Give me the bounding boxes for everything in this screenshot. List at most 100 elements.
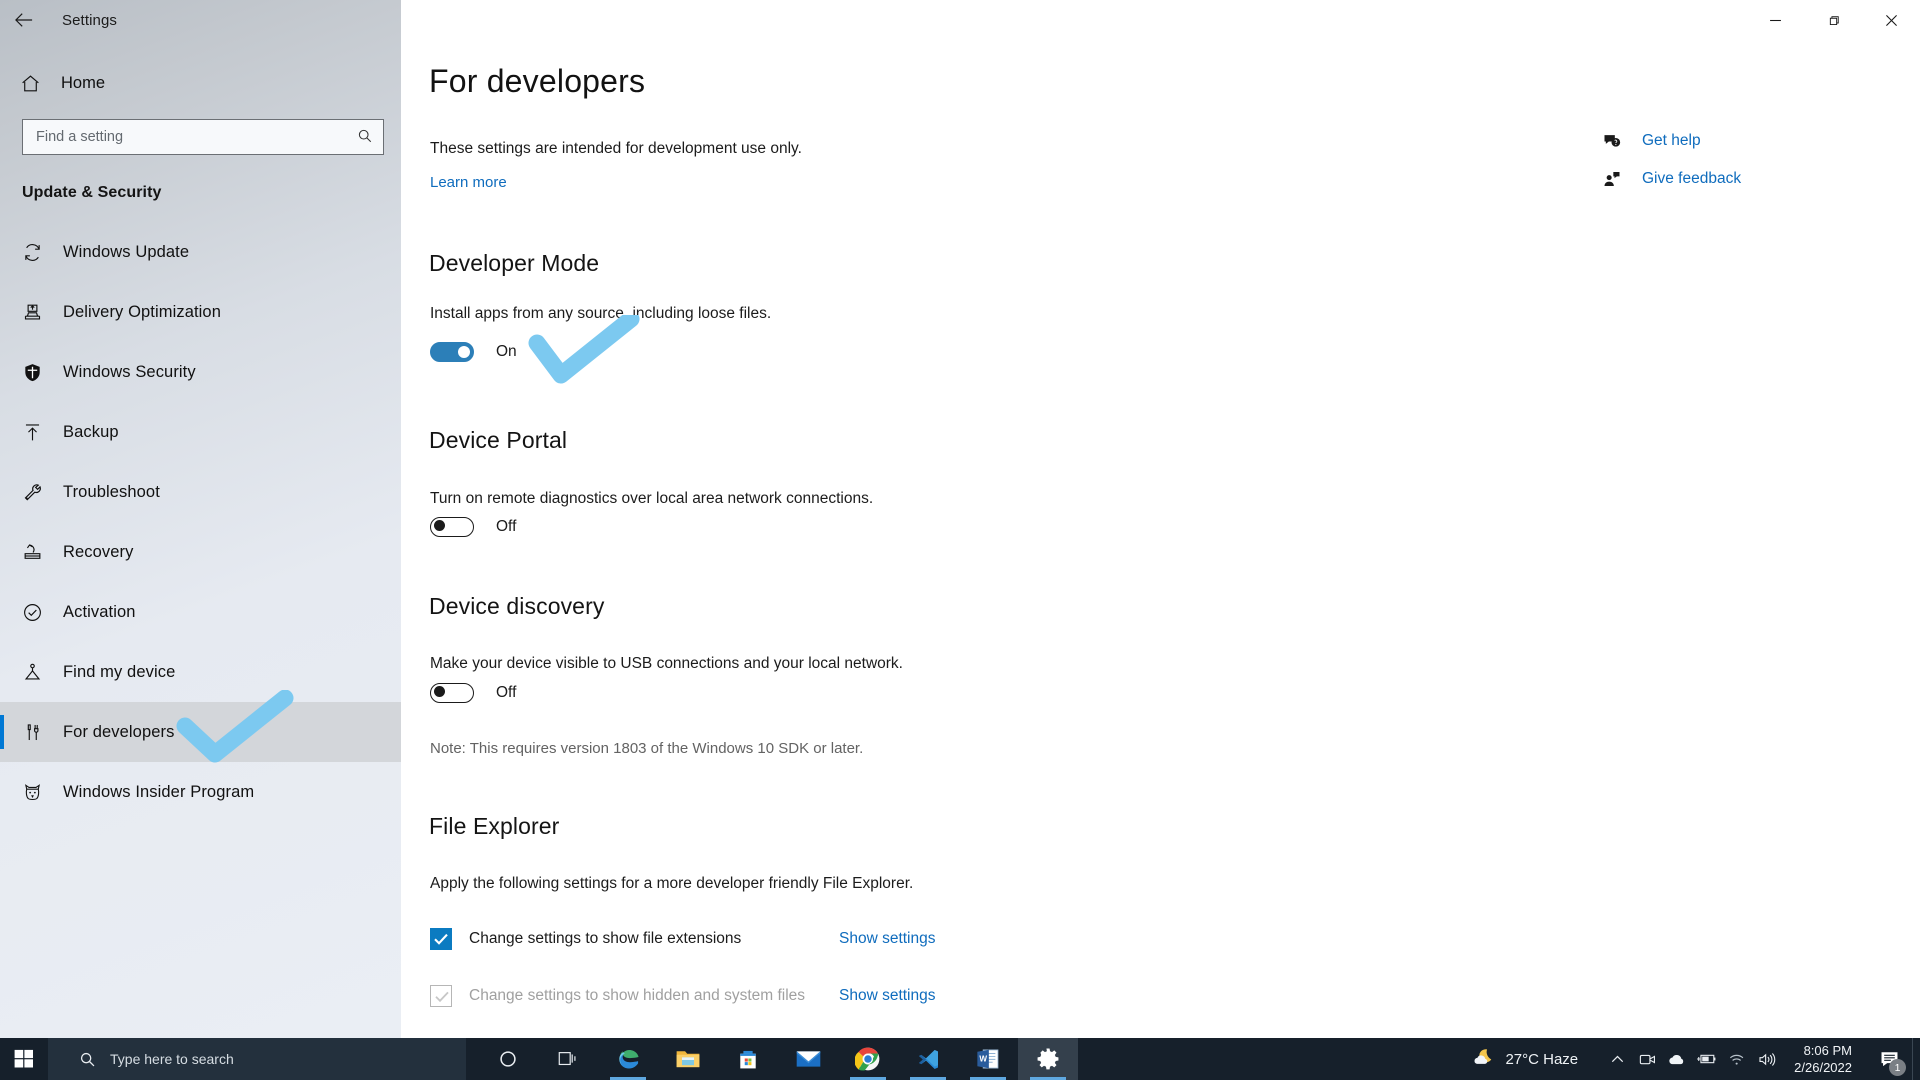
developer-mode-toggle-label: On	[496, 343, 517, 360]
sidebar-item-label: Activation	[63, 602, 136, 621]
show-settings-link-hidden-files[interactable]: Show settings	[839, 987, 936, 1005]
sidebar-item-windows-insider-program[interactable]: Windows Insider Program	[0, 762, 401, 822]
developer-mode-toggle-row[interactable]: On	[430, 342, 517, 362]
maximize-button[interactable]	[1804, 0, 1862, 40]
taskbar-app-file-explorer[interactable]	[658, 1038, 718, 1080]
search-icon	[357, 128, 373, 149]
file-explorer-description: Apply the following settings for a more …	[430, 875, 914, 892]
vscode-icon	[918, 1049, 938, 1069]
cortana-circle-icon[interactable]	[478, 1038, 538, 1080]
device-portal-description: Turn on remote diagnostics over local ar…	[430, 490, 874, 507]
mail-icon	[796, 1051, 820, 1067]
taskbar-app-microsoft-store[interactable]	[718, 1038, 778, 1080]
sidebar-item-recovery[interactable]: Recovery	[0, 522, 401, 582]
clock[interactable]: 8:06 PM 2/26/2022	[1794, 1042, 1852, 1076]
search-input[interactable]	[23, 121, 343, 153]
sidebar-item-activation[interactable]: Activation	[0, 582, 401, 642]
delivery-icon	[22, 302, 56, 323]
sidebar-item-windows-update[interactable]: Windows Update	[0, 222, 401, 282]
taskbar-search[interactable]: Type here to search	[48, 1038, 466, 1080]
gear-icon	[1037, 1048, 1059, 1070]
chevron-up-icon[interactable]	[1602, 1038, 1632, 1080]
file-extensions-checkbox[interactable]	[430, 928, 452, 950]
sidebar-item-for-developers[interactable]: For developers	[0, 702, 401, 762]
sidebar-item-find-my-device[interactable]: Find my device	[0, 642, 401, 702]
sidebar-item-troubleshoot[interactable]: Troubleshoot	[0, 462, 401, 522]
give-feedback-link[interactable]: Give feedback	[1642, 170, 1741, 188]
task-view-icon[interactable]	[538, 1038, 598, 1080]
close-button[interactable]	[1862, 0, 1920, 40]
settings-window: Home Update & Security	[0, 0, 1920, 1080]
sidebar: Home Update & Security	[0, 0, 401, 1038]
start-button[interactable]	[0, 1038, 48, 1080]
svg-text:W: W	[979, 1055, 987, 1064]
sidebar-item-label: Troubleshoot	[63, 482, 160, 501]
device-portal-heading: Device Portal	[429, 427, 568, 453]
file-extensions-row[interactable]: Change settings to show file extensions	[430, 928, 741, 950]
developer-mode-heading: Developer Mode	[429, 250, 600, 276]
sidebar-group-title: Update & Security	[22, 184, 162, 201]
sidebar-item-delivery-optimization[interactable]: Delivery Optimization	[0, 282, 401, 342]
wrench-icon	[22, 482, 56, 503]
main-content: For developers These settings are intend…	[401, 0, 1920, 1038]
show-desktop-button[interactable]	[1912, 1038, 1920, 1080]
give-feedback-row[interactable]: Give feedback	[1602, 160, 1782, 198]
taskbar-app-edge[interactable]	[598, 1038, 658, 1080]
home-icon	[20, 73, 54, 94]
battery-charging-icon[interactable]	[1692, 1038, 1722, 1080]
upload-arrow-icon	[22, 422, 56, 443]
taskbar-search-placeholder: Type here to search	[110, 1051, 234, 1067]
get-help-link[interactable]: Get help	[1642, 132, 1701, 150]
system-tray: 27°C Haze 8:06 PM 2/26/2022 1	[1463, 1038, 1920, 1080]
chrome-icon	[855, 1047, 880, 1071]
developer-mode-toggle[interactable]	[430, 342, 474, 362]
onedrive-icon[interactable]	[1662, 1038, 1692, 1080]
device-portal-toggle-label: Off	[496, 518, 517, 535]
insider-cat-icon	[22, 782, 56, 803]
weather-text: 27°C Haze	[1505, 1050, 1579, 1068]
learn-more-link[interactable]: Learn more	[430, 174, 507, 191]
taskbar-app-mail[interactable]	[778, 1038, 838, 1080]
weather-widget[interactable]: 27°C Haze	[1463, 1047, 1578, 1071]
file-explorer-icon	[676, 1051, 700, 1068]
device-discovery-note: Note: This requires version 1803 of the …	[430, 740, 864, 757]
sidebar-item-windows-security[interactable]: Windows Security	[0, 342, 401, 402]
window-controls	[1746, 0, 1920, 40]
notification-count-badge: 1	[1889, 1059, 1906, 1076]
get-help-row[interactable]: Get help	[1602, 122, 1782, 160]
taskbar-app-word[interactable]: W	[958, 1038, 1018, 1080]
taskbar-app-settings[interactable]	[1018, 1038, 1078, 1080]
device-discovery-description: Make your device visible to USB connecti…	[430, 655, 903, 672]
recovery-icon	[22, 542, 56, 563]
volume-icon[interactable]	[1752, 1038, 1782, 1080]
taskbar-app-chrome[interactable]	[838, 1038, 898, 1080]
intro-text: These settings are intended for developm…	[430, 140, 802, 157]
title-bar: Settings	[0, 0, 1920, 40]
wifi-icon[interactable]	[1722, 1038, 1752, 1080]
sidebar-item-label: Delivery Optimization	[63, 302, 221, 321]
help-links: Get help Give feedback	[1602, 122, 1782, 198]
page-title: For developers	[429, 63, 646, 99]
device-portal-toggle-row[interactable]: Off	[430, 517, 516, 537]
camera-icon[interactable]	[1632, 1038, 1662, 1080]
window-title: Settings	[62, 11, 117, 29]
refresh-icon	[22, 242, 56, 263]
notification-center-button[interactable]: 1	[1866, 1038, 1912, 1080]
minimize-button[interactable]	[1746, 0, 1804, 40]
hidden-system-files-row[interactable]: Change settings to show hidden and syste…	[430, 985, 805, 1007]
device-portal-toggle[interactable]	[430, 517, 474, 537]
sidebar-item-home[interactable]: Home	[0, 59, 401, 107]
sidebar-item-label: Windows Update	[63, 242, 190, 261]
hidden-system-files-checkbox[interactable]	[430, 985, 452, 1007]
show-settings-link-file-extensions[interactable]: Show settings	[839, 930, 936, 948]
taskbar-app-icons: W	[478, 1038, 1078, 1080]
taskbar-app-vscode[interactable]	[898, 1038, 958, 1080]
device-discovery-toggle[interactable]	[430, 683, 474, 703]
sidebar-item-label: Recovery	[63, 542, 134, 561]
device-discovery-heading: Device discovery	[429, 593, 605, 619]
sidebar-item-backup[interactable]: Backup	[0, 402, 401, 462]
back-button[interactable]	[0, 0, 48, 40]
search-setting-box[interactable]	[22, 119, 384, 155]
sidebar-home-label: Home	[61, 73, 106, 92]
device-discovery-toggle-row[interactable]: Off	[430, 683, 516, 703]
